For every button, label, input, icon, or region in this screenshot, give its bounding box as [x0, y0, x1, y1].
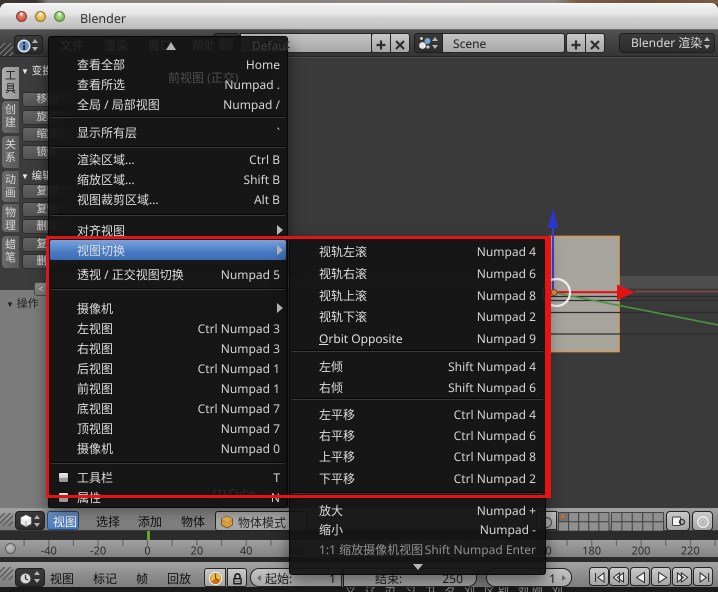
svg-text:200: 200 — [632, 544, 651, 558]
svg-text:180: 180 — [582, 544, 601, 558]
svg-text:20: 20 — [191, 544, 204, 558]
svg-text:-40: -40 — [41, 544, 57, 558]
svg-text:-20: -20 — [90, 544, 106, 558]
svg-text:40: 40 — [240, 544, 253, 558]
svg-text:220: 220 — [681, 544, 700, 558]
svg-text:0: 0 — [144, 544, 150, 558]
